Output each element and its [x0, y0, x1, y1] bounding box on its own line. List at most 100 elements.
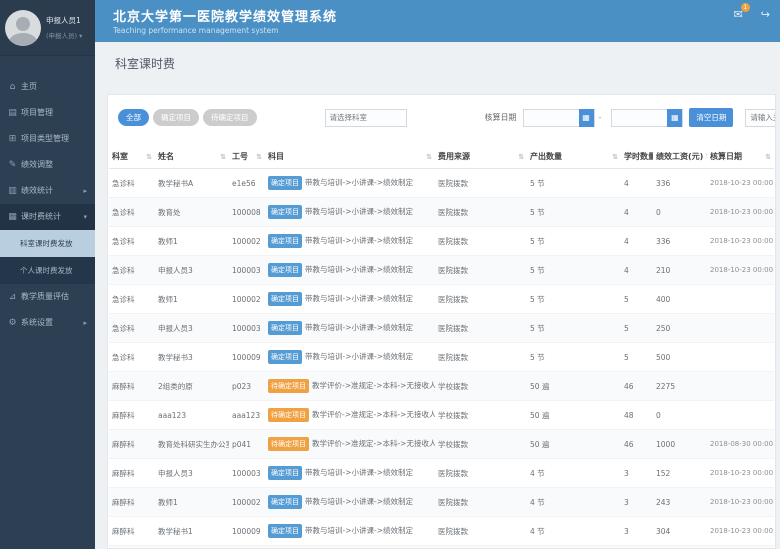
- cell-employee-id: p041: [229, 546, 265, 549]
- cell-output-quantity: 4 节: [527, 517, 621, 546]
- column-header: 科目 ⇅: [265, 145, 435, 169]
- cell-subject: 确定项目带教与培训->小讲课->绩效制定: [265, 459, 435, 488]
- cell-pay: 336: [653, 227, 707, 256]
- cell-employee-id: 100009: [229, 517, 265, 546]
- status-badge: 确定项目: [268, 292, 302, 306]
- sort-icon[interactable]: ⇅: [516, 153, 524, 161]
- calendar-icon[interactable]: ▦: [667, 109, 682, 127]
- cell-settle-date: 2018-10-23 00:00:00: [707, 459, 774, 488]
- sidebar-item-label: 绩效调整: [21, 160, 53, 169]
- cell-hours: 5: [621, 343, 653, 372]
- cell-employee-id: p023: [229, 372, 265, 401]
- avatar: [5, 10, 41, 46]
- logout-icon[interactable]: ↪: [761, 8, 770, 21]
- calendar-icon[interactable]: ▦: [579, 109, 594, 127]
- page-title: 科室课时费: [95, 42, 780, 72]
- filter-tab[interactable]: 确定项目: [153, 109, 199, 126]
- table-row: 急诊科教育处100008确定项目带教与培训->小讲课->绩效制定医院拨款5 节4…: [109, 198, 774, 227]
- sidebar-item[interactable]: ▥绩效统计▸: [0, 178, 95, 204]
- column-header-label: 产出数量: [530, 151, 562, 162]
- subject-text: 教学评价->准规定->本科->无接收人: [312, 381, 435, 390]
- subject-text: 带教与培训->小讲课->绩效制定: [305, 294, 413, 303]
- cell-output-quantity: 5 节: [527, 285, 621, 314]
- user-panel[interactable]: 申报人员1 (申报人员) ▾: [0, 0, 95, 56]
- app-subtitle: Teaching performance management system: [95, 26, 780, 35]
- sidebar-item[interactable]: ▤项目管理: [0, 100, 95, 126]
- cell-pay: 2275: [653, 372, 707, 401]
- sort-icon[interactable]: ⇅: [218, 153, 226, 161]
- sidebar-item[interactable]: ✎绩效调整: [0, 152, 95, 178]
- table-row: 麻醉科申报人员3100003确定项目带教与培训->小讲课->绩效制定医院拨款4 …: [109, 459, 774, 488]
- date-range-label: 核算日期: [485, 112, 517, 123]
- filter-bar: 全部确定项目待确定项目 核算日期 ▦ - ▦ 清空日期 搜索: [108, 95, 775, 139]
- cell-hours: 3: [621, 517, 653, 546]
- keyword-input[interactable]: [745, 109, 776, 127]
- cell-settle-date: [707, 314, 774, 343]
- cell-fee-source: 学校拨款: [435, 372, 527, 401]
- subject-text: 带教与培训->小讲课->绩效制定: [305, 468, 413, 477]
- subject-text: 带教与培训->小讲课->绩效制定: [305, 352, 413, 361]
- column-header-label: 费用来源: [438, 151, 470, 162]
- date-start-input[interactable]: [524, 110, 579, 126]
- filter-tab[interactable]: 待确定项目: [203, 109, 257, 126]
- cell-employee-id: 100002: [229, 285, 265, 314]
- sidebar-item-label: 项目管理: [21, 108, 53, 117]
- date-end-input[interactable]: [612, 110, 667, 126]
- table-row: 麻醉科教育处科研实生办公室Ap041确定项目命题 考核与评价->研究生-规定-教…: [109, 546, 774, 549]
- cell-department: 急诊科: [109, 198, 155, 227]
- user-role[interactable]: (申报人员) ▾: [46, 30, 82, 40]
- cell-subject: 确定项目带教与培训->小讲课->绩效制定: [265, 343, 435, 372]
- app-title: 北京大学第一医院教学绩效管理系统: [95, 0, 780, 25]
- column-header-label: 科目: [268, 151, 284, 162]
- table-row: 急诊科教学秘书3100009确定项目带教与培训->小讲课->绩效制定医院拨款5 …: [109, 343, 774, 372]
- cell-output-quantity: 5 节: [527, 314, 621, 343]
- table-row: 麻醉科教学秘书1100009确定项目带教与培训->小讲课->绩效制定医院拨款4 …: [109, 517, 774, 546]
- home-icon: ⌂: [7, 74, 18, 100]
- sidebar-item[interactable]: ▦课时费统计▾: [0, 204, 95, 230]
- cell-fee-source: 医院拨款: [435, 169, 527, 198]
- cell-subject: 确定项目带教与培训->小讲课->绩效制定: [265, 256, 435, 285]
- chevron-icon: ▾: [83, 204, 87, 230]
- cell-fee-source: 医院拨款: [435, 517, 527, 546]
- cell-fee-source: 学校拨款: [435, 430, 527, 459]
- sort-icon[interactable]: ⇅: [254, 153, 262, 161]
- sidebar-item-label: 主页: [21, 82, 37, 91]
- sidebar-subitem[interactable]: 科室课时费发放: [0, 230, 95, 257]
- sort-icon[interactable]: ⇅: [763, 153, 771, 161]
- status-badge: 待确定项目: [268, 437, 309, 451]
- sort-icon[interactable]: ⇅: [610, 153, 618, 161]
- cell-department: 麻醉科: [109, 401, 155, 430]
- sidebar-item-label: 课时费统计: [21, 212, 61, 221]
- cell-fee-source: 医院拨款: [435, 227, 527, 256]
- subject-text: 带教与培训->小讲课->绩效制定: [305, 207, 413, 216]
- cell-hours: 5: [621, 285, 653, 314]
- clear-date-button[interactable]: 清空日期: [689, 108, 733, 127]
- column-header-label: 姓名: [158, 151, 174, 162]
- status-badge: 确定项目: [268, 495, 302, 509]
- cell-pay: 250: [653, 314, 707, 343]
- table-row: 急诊科申报人员3100003确定项目带教与培训->小讲课->绩效制定医院拨款5 …: [109, 314, 774, 343]
- cell-fee-source: 医院拨款: [435, 285, 527, 314]
- sidebar-subitem[interactable]: 个人课时费发放: [0, 257, 95, 284]
- cell-subject: 确定项目带教与培训->小讲课->绩效制定: [265, 285, 435, 314]
- content-card: 全部确定项目待确定项目 核算日期 ▦ - ▦ 清空日期 搜索 科室⇅姓名⇅工号⇅…: [107, 94, 776, 549]
- sidebar-item[interactable]: ⊿教学质量评估: [0, 284, 95, 310]
- cell-hours: 46: [621, 372, 653, 401]
- sort-icon[interactable]: ⇅: [424, 153, 432, 161]
- department-select-input[interactable]: [325, 109, 407, 127]
- column-header-label: 科室: [112, 151, 128, 162]
- cell-output-quantity: 5 节: [527, 169, 621, 198]
- sidebar-item[interactable]: ⊞项目类型管理: [0, 126, 95, 152]
- cell-employee-id: e1e56: [229, 169, 265, 198]
- subject-text: 带教与培训->小讲课->绩效制定: [305, 236, 413, 245]
- sidebar-item[interactable]: ⚙系统设置▸: [0, 310, 95, 336]
- table-row: 急诊科教学秘书Ae1e56确定项目带教与培训->小讲课->绩效制定医院拨款5 节…: [109, 169, 774, 198]
- table-row: 麻醉科教师1100002确定项目带教与培训->小讲课->绩效制定医院拨款4 节3…: [109, 488, 774, 517]
- sort-icon[interactable]: ⇅: [703, 153, 707, 161]
- user-name: 申报人员1: [46, 15, 82, 26]
- subject-text: 带教与培训->小讲课->绩效制定: [305, 497, 413, 506]
- sidebar-item[interactable]: ⌂主页: [0, 74, 95, 100]
- filter-tab[interactable]: 全部: [118, 109, 149, 126]
- cell-output-quantity: 50 遍: [527, 430, 621, 459]
- sort-icon[interactable]: ⇅: [144, 153, 152, 161]
